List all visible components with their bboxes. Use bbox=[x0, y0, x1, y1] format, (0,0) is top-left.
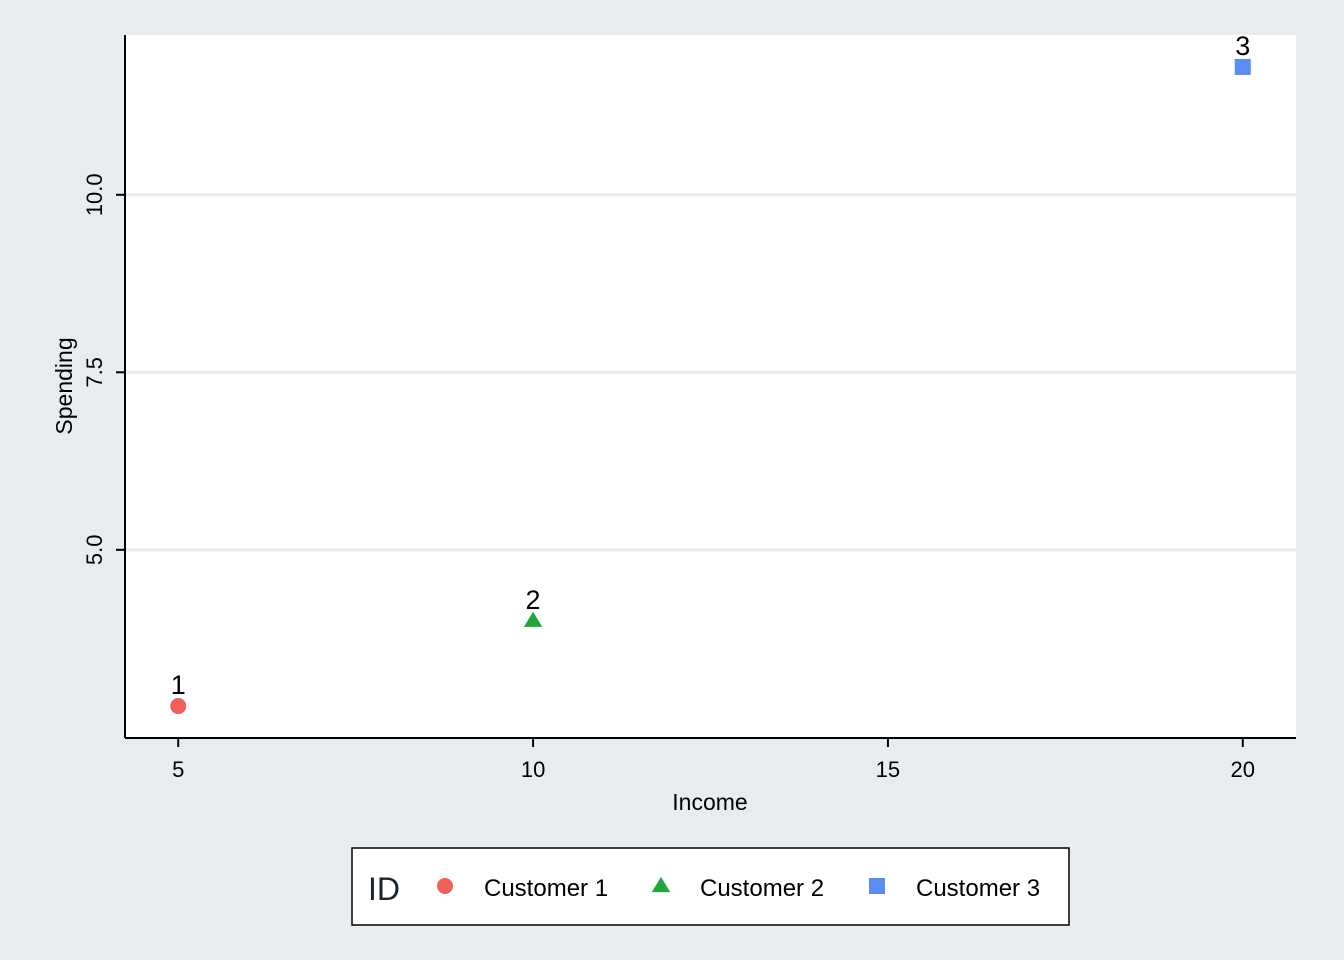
y-tick-label: 10.0 bbox=[82, 173, 107, 216]
legend: ID Customer 1 Customer 2 Customer 3 bbox=[351, 847, 1070, 926]
data-point bbox=[170, 698, 187, 715]
point-label: 1 bbox=[171, 670, 186, 700]
x-axis-title: Income bbox=[672, 789, 747, 815]
y-tick-label: 7.5 bbox=[82, 357, 107, 388]
x-tick-label: 20 bbox=[1231, 757, 1255, 782]
scatter-chart: 5 10 15 20 5.0 7.5 10.0 Income Spending 1 2 3 I… bbox=[51, 31, 1296, 926]
x-tick-label: 10 bbox=[521, 757, 545, 782]
y-axis-title: Spending bbox=[51, 337, 77, 434]
point-label: 2 bbox=[526, 585, 541, 615]
legend-label: Customer 1 bbox=[484, 875, 608, 902]
legend-label: Customer 3 bbox=[916, 875, 1040, 902]
y-tick-label: 5.0 bbox=[82, 535, 107, 566]
legend-label: Customer 2 bbox=[700, 875, 824, 902]
legend-title: ID bbox=[368, 871, 400, 907]
legend-marker bbox=[437, 878, 453, 894]
data-point bbox=[1234, 58, 1251, 75]
legend-marker bbox=[869, 878, 885, 894]
x-axis-ticks: 5 10 15 20 bbox=[172, 738, 1255, 782]
legend-items: Customer 1 Customer 2 Customer 3 bbox=[437, 875, 1040, 902]
x-tick-label: 5 bbox=[172, 757, 184, 782]
plot-panel bbox=[125, 35, 1296, 738]
point-label: 3 bbox=[1235, 31, 1250, 61]
y-axis-ticks: 5.0 7.5 10.0 bbox=[82, 173, 125, 565]
x-tick-label: 15 bbox=[876, 757, 900, 782]
